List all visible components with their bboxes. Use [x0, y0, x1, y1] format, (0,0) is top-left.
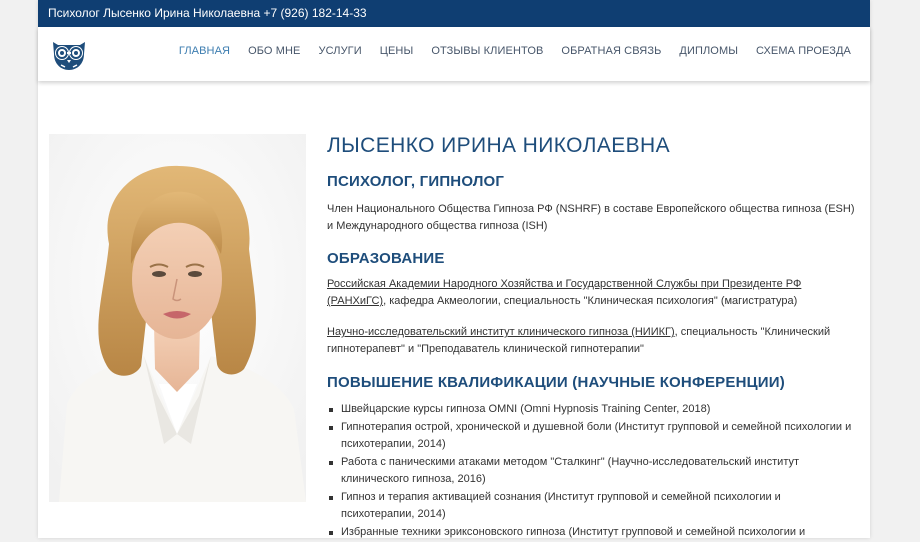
owl-glasses-icon[interactable]: [49, 36, 89, 72]
courses-list: Швейцарские курсы гипноза OMNI (Omni Hyp…: [327, 401, 857, 541]
top-contact-bar: Психолог Лысенко Ирина Николаевна +7 (92…: [38, 0, 870, 27]
nav-prices[interactable]: ЦЕНЫ: [371, 45, 423, 57]
list-item: Швейцарские курсы гипноза OMNI (Omni Hyp…: [329, 401, 857, 418]
list-item: Избранные техники эриксоновского гипноза…: [329, 524, 857, 541]
nav-diplomas[interactable]: ДИПЛОМЫ: [670, 45, 747, 57]
nav-feedback[interactable]: ОБРАТНАЯ СВЯЗЬ: [552, 45, 670, 57]
list-item: Гипноз и терапия активацией сознания (Ин…: [329, 489, 857, 523]
education-item: Российская Академии Народного Хозяйства …: [327, 276, 857, 310]
main-menu: ГЛАВНАЯ ОБО МНЕ УСЛУГИ ЦЕНЫ ОТЗЫВЫ КЛИЕН…: [170, 45, 860, 57]
education-item: Научно-исследовательский институт клинич…: [327, 324, 857, 358]
niikg-link[interactable]: Научно-исследовательский институт клинич…: [327, 326, 675, 338]
list-item: Работа с паническими атаками методом "Ст…: [329, 454, 857, 488]
nav-services[interactable]: УСЛУГИ: [310, 45, 371, 57]
membership-text: Член Национального Общества Гипноза РФ (…: [327, 203, 855, 232]
profile-name: ЛЫСЕНКО ИРИНА НИКОЛАЕВНА: [327, 134, 671, 157]
nav-about[interactable]: ОБО МНЕ: [239, 45, 309, 57]
profile-content: ЛЫСЕНКО ИРИНА НИКОЛАЕВНА ПСИХОЛОГ, ГИПНО…: [327, 131, 857, 542]
nav-home[interactable]: ГЛАВНАЯ: [170, 45, 239, 57]
contact-text: Психолог Лысенко Ирина Николаевна +7 (92…: [48, 6, 367, 20]
nav-reviews[interactable]: ОТЗЫВЫ КЛИЕНТОВ: [422, 45, 552, 57]
main-navbar: ГЛАВНАЯ ОБО МНЕ УСЛУГИ ЦЕНЫ ОТЗЫВЫ КЛИЕН…: [38, 27, 870, 81]
profile-photo: [49, 134, 306, 502]
list-item: Гипнотерапия острой, хронической и душев…: [329, 419, 857, 453]
education-heading: ОБРАЗОВАНИЕ: [327, 250, 445, 267]
profile-role: ПСИХОЛОГ, ГИПНОЛОГ: [327, 173, 505, 190]
education-item-detail: , кафедра Акмеологии, специальность "Кли…: [383, 295, 798, 307]
qualification-heading: ПОВЫШЕНИЕ КВАЛИФИКАЦИИ (НАУЧНЫЕ КОНФЕРЕН…: [327, 374, 785, 391]
nav-directions[interactable]: СХЕМА ПРОЕЗДА: [747, 45, 860, 57]
